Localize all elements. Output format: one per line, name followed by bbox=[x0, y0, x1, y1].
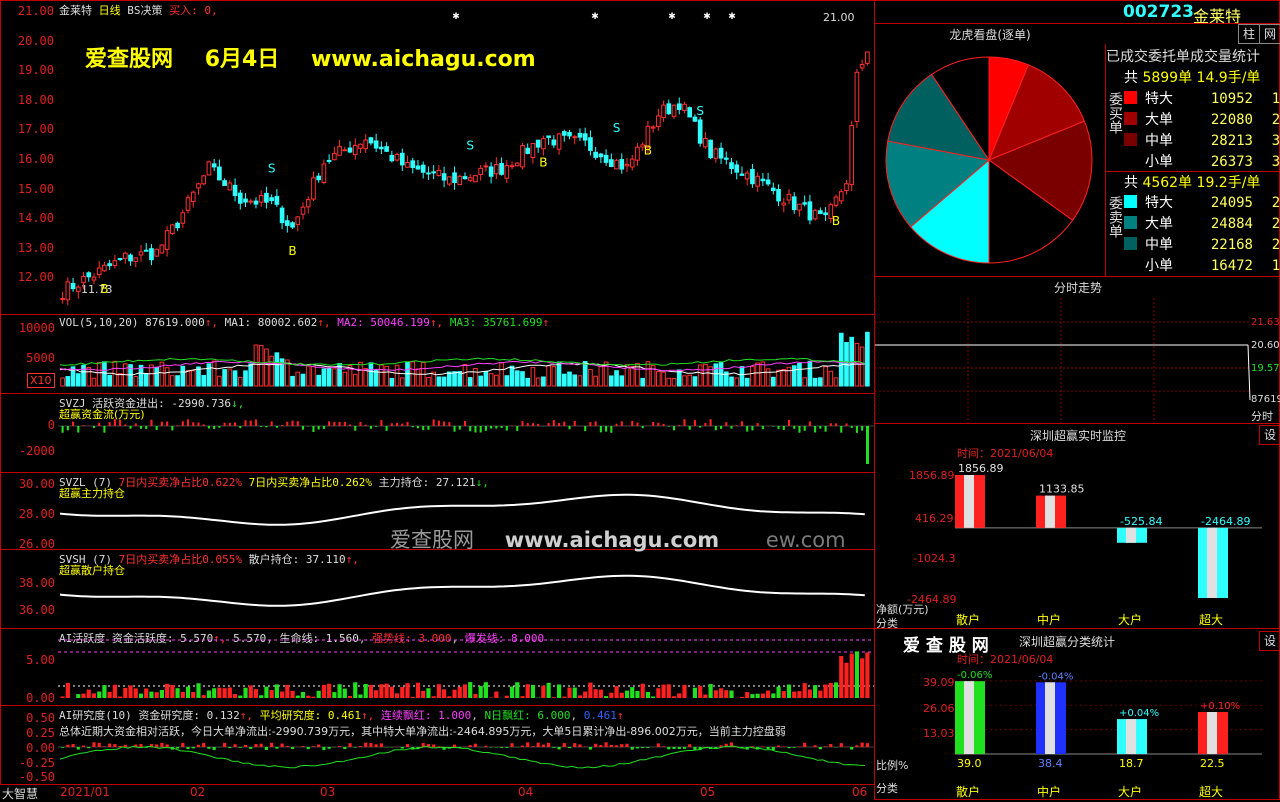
bar-delta-label: -0.04% bbox=[1038, 671, 1073, 682]
category-label: 中户 bbox=[1037, 784, 1061, 799]
stat-bar-chart: -0.06% 39.0 散户 -0.04% 38.4 中户 +0.04% 18.7 大户 +0.1… bbox=[0, 0, 1280, 800]
bar-value-label: 18.7 bbox=[1119, 757, 1144, 770]
bar-highlight bbox=[1126, 719, 1136, 754]
bar-delta-label: -0.06% bbox=[957, 670, 992, 681]
bar-value-label: 38.4 bbox=[1038, 757, 1063, 770]
category-label: 超大 bbox=[1199, 784, 1223, 799]
category-label: 散户 bbox=[956, 784, 980, 799]
bar-delta-label: +0.04% bbox=[1119, 708, 1159, 719]
bar-highlight bbox=[964, 681, 974, 754]
bar-highlight bbox=[1207, 712, 1217, 754]
bar-delta-label: +0.10% bbox=[1200, 701, 1240, 712]
bar-value-label: 39.0 bbox=[957, 757, 982, 770]
bar-highlight bbox=[1045, 682, 1055, 754]
category-label: 大户 bbox=[1118, 784, 1142, 799]
bar-value-label: 22.5 bbox=[1200, 757, 1225, 770]
